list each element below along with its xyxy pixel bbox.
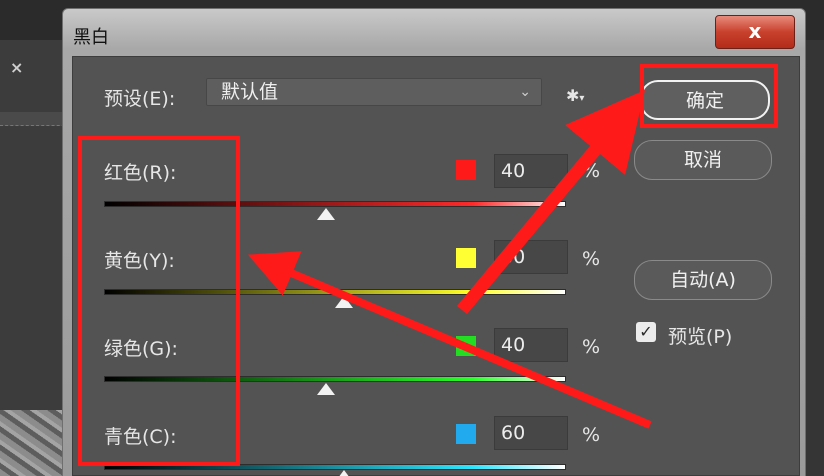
annotation-arrows <box>247 90 652 429</box>
arrow-to-ok <box>457 90 645 315</box>
arrow-to-labels <box>247 251 652 429</box>
